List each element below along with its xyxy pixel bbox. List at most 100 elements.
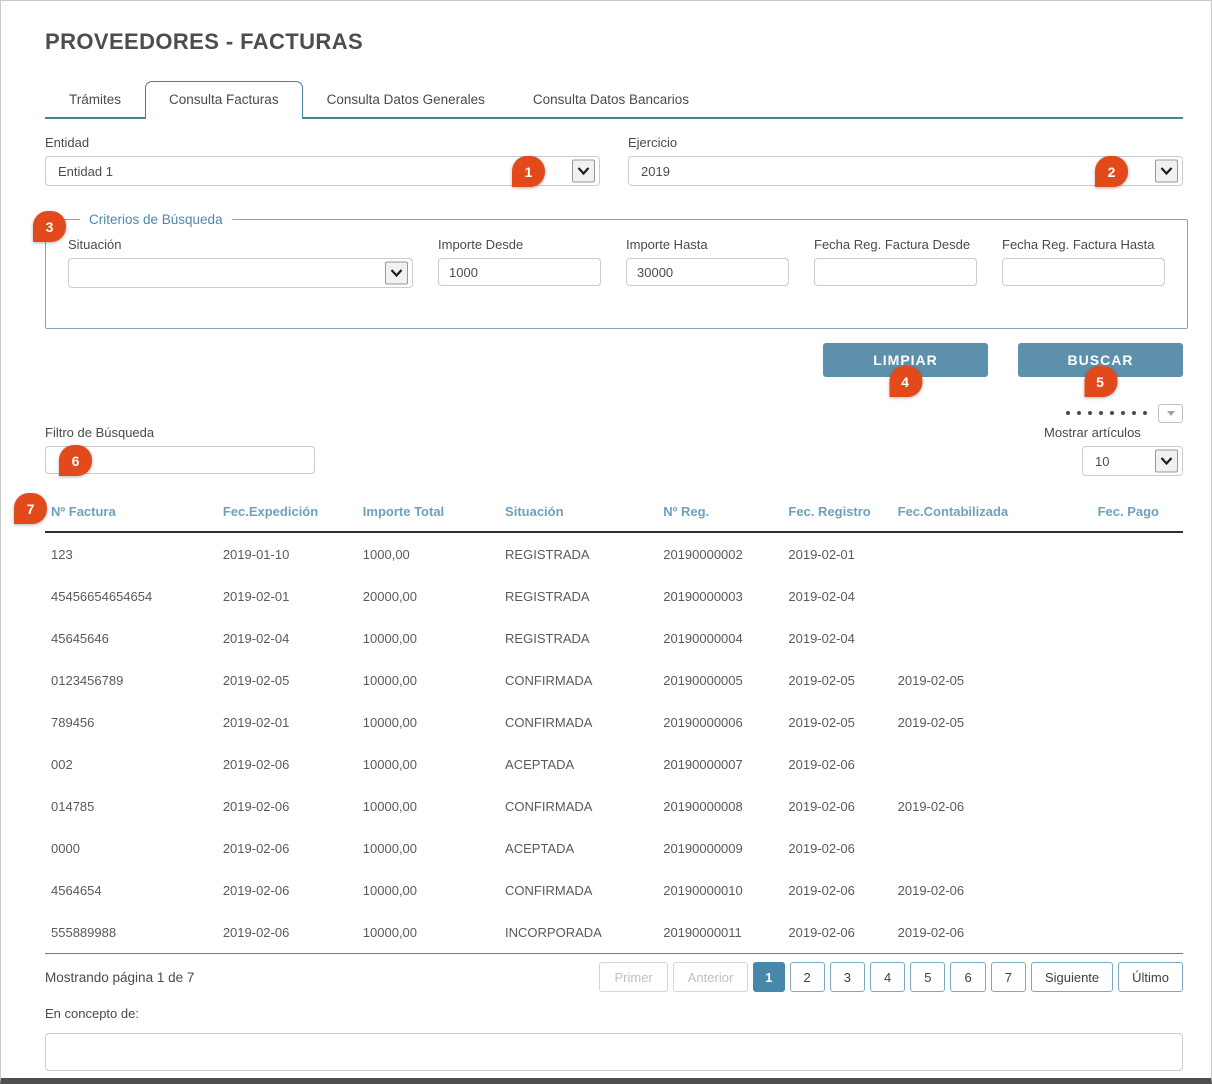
- chevron-down-icon: [1155, 450, 1178, 473]
- table-cell: 45456654654654: [45, 575, 217, 617]
- dot: [1088, 411, 1092, 415]
- table-cell: 2019-02-06: [782, 785, 891, 827]
- ejercicio-label: Ejercicio: [628, 135, 1183, 150]
- table-row[interactable]: 0147852019-02-0610000,00CONFIRMADA201900…: [45, 785, 1183, 827]
- tab-consulta-datos-generales[interactable]: Consulta Datos Generales: [303, 81, 509, 117]
- pagination-controls: PrimerAnterior1234567SiguienteÚltimo: [594, 962, 1183, 992]
- table-row[interactable]: 454566546546542019-02-0120000,00REGISTRA…: [45, 575, 1183, 617]
- table-cell: 10000,00: [357, 869, 499, 911]
- table-row[interactable]: 45646542019-02-0610000,00CONFIRMADA20190…: [45, 869, 1183, 911]
- table-cell: 20190000007: [657, 743, 782, 785]
- table-cell: 2019-02-06: [217, 743, 357, 785]
- chevron-down-icon: [1155, 160, 1178, 183]
- table-row[interactable]: 1232019-01-101000,00REGISTRADA2019000000…: [45, 532, 1183, 575]
- tab-tramites[interactable]: Trámites: [45, 81, 145, 117]
- page-button-primer[interactable]: Primer: [599, 962, 667, 992]
- page-button-anterior[interactable]: Anterior: [673, 962, 749, 992]
- table-row[interactable]: 00002019-02-0610000,00ACEPTADA2019000000…: [45, 827, 1183, 869]
- page-button-5[interactable]: 5: [910, 962, 945, 992]
- mostrar-articulos-select-value: 10: [1095, 454, 1109, 469]
- table-cell: [1041, 701, 1183, 743]
- table-cell: [1041, 532, 1183, 575]
- table-cell: REGISTRADA: [499, 617, 657, 659]
- page-button-1[interactable]: 1: [753, 962, 784, 992]
- limpiar-button[interactable]: LIMPIAR 4: [823, 343, 988, 377]
- table-cell: 0123456789: [45, 659, 217, 701]
- table-cell: 10000,00: [357, 911, 499, 954]
- tab-consulta-datos-bancarios[interactable]: Consulta Datos Bancarios: [509, 81, 713, 117]
- table-cell: 2019-02-06: [217, 827, 357, 869]
- options-dropdown-button[interactable]: [1158, 404, 1183, 423]
- table-cell: 2019-02-04: [782, 575, 891, 617]
- buscar-button[interactable]: BUSCAR 5: [1018, 343, 1183, 377]
- concepto-textarea[interactable]: [45, 1033, 1183, 1071]
- table-cell: [1041, 617, 1183, 659]
- table-cell: ACEPTADA: [499, 743, 657, 785]
- table-cell: [892, 532, 1041, 575]
- table-cell: REGISTRADA: [499, 532, 657, 575]
- table-cell: 20190000009: [657, 827, 782, 869]
- tab-bar: Trámites Consulta Facturas Consulta Dato…: [45, 81, 1183, 119]
- table-cell: 2019-02-06: [217, 785, 357, 827]
- fecha-reg-hasta-field[interactable]: [1002, 258, 1165, 286]
- importe-hasta-field[interactable]: [626, 258, 789, 286]
- ejercicio-select[interactable]: 2019 2: [628, 156, 1183, 186]
- table-cell: 2019-02-06: [892, 869, 1041, 911]
- column-header: Nº Factura: [45, 496, 217, 532]
- table-cell: 20190000005: [657, 659, 782, 701]
- invoice-table-body: 1232019-01-101000,00REGISTRADA2019000000…: [45, 532, 1183, 954]
- page-button-7[interactable]: 7: [991, 962, 1026, 992]
- situacion-select[interactable]: [68, 258, 413, 288]
- table-cell: 2019-02-04: [217, 617, 357, 659]
- page-button-2[interactable]: 2: [790, 962, 825, 992]
- table-row[interactable]: 0022019-02-0610000,00ACEPTADA20190000007…: [45, 743, 1183, 785]
- table-cell: 20190000008: [657, 785, 782, 827]
- table-cell: 2019-02-06: [892, 911, 1041, 954]
- table-row[interactable]: 01234567892019-02-0510000,00CONFIRMADA20…: [45, 659, 1183, 701]
- dot: [1110, 411, 1114, 415]
- page-button-ultimo[interactable]: Último: [1118, 962, 1183, 992]
- table-cell: [1041, 785, 1183, 827]
- table-row[interactable]: 7894562019-02-0110000,00CONFIRMADA201900…: [45, 701, 1183, 743]
- table-cell: 20190000002: [657, 532, 782, 575]
- table-cell: [892, 743, 1041, 785]
- table-cell: 45645646: [45, 617, 217, 659]
- entidad-select[interactable]: Entidad 1 1: [45, 156, 600, 186]
- column-header: Fec. Pago: [1041, 496, 1183, 532]
- table-cell: 10000,00: [357, 785, 499, 827]
- page-button-6[interactable]: 6: [950, 962, 985, 992]
- table-cell: 20000,00: [357, 575, 499, 617]
- page-button-4[interactable]: 4: [870, 962, 905, 992]
- annotation-badge-1: 1: [512, 156, 545, 187]
- table-cell: 2019-02-06: [782, 911, 891, 954]
- table-cell: 2019-02-06: [217, 869, 357, 911]
- importe-desde-field[interactable]: [438, 258, 601, 286]
- table-cell: 10000,00: [357, 617, 499, 659]
- table-cell: 2019-02-01: [217, 701, 357, 743]
- importe-desde-label: Importe Desde: [438, 237, 601, 252]
- table-cell: 2019-02-01: [782, 532, 891, 575]
- table-cell: CONFIRMADA: [499, 785, 657, 827]
- fecha-reg-desde-field[interactable]: [814, 258, 977, 286]
- table-cell: 20190000010: [657, 869, 782, 911]
- annotation-badge-7: 7: [14, 493, 47, 524]
- column-header: Fec.Contabilizada: [892, 496, 1041, 532]
- mostrar-articulos-select[interactable]: 10: [1082, 446, 1183, 476]
- page-button-3[interactable]: 3: [830, 962, 865, 992]
- table-cell: 10000,00: [357, 827, 499, 869]
- table-cell: 2019-02-06: [892, 785, 1041, 827]
- page-button-siguiente[interactable]: Siguiente: [1031, 962, 1113, 992]
- table-row[interactable]: 456456462019-02-0410000,00REGISTRADA2019…: [45, 617, 1183, 659]
- annotation-badge-4: 4: [889, 366, 922, 397]
- tab-consulta-facturas[interactable]: Consulta Facturas: [145, 81, 303, 119]
- table-cell: 014785: [45, 785, 217, 827]
- table-cell: 0000: [45, 827, 217, 869]
- table-cell: 10000,00: [357, 743, 499, 785]
- table-row[interactable]: 5558899882019-02-0610000,00INCORPORADA20…: [45, 911, 1183, 954]
- table-cell: 555889988: [45, 911, 217, 954]
- annotation-badge-6: 6: [59, 445, 92, 476]
- table-cell: REGISTRADA: [499, 575, 657, 617]
- invoices-table: Nº FacturaFec.ExpediciónImporte TotalSit…: [45, 496, 1183, 954]
- table-cell: 2019-02-06: [217, 911, 357, 954]
- table-header-row: Nº FacturaFec.ExpediciónImporte TotalSit…: [45, 496, 1183, 532]
